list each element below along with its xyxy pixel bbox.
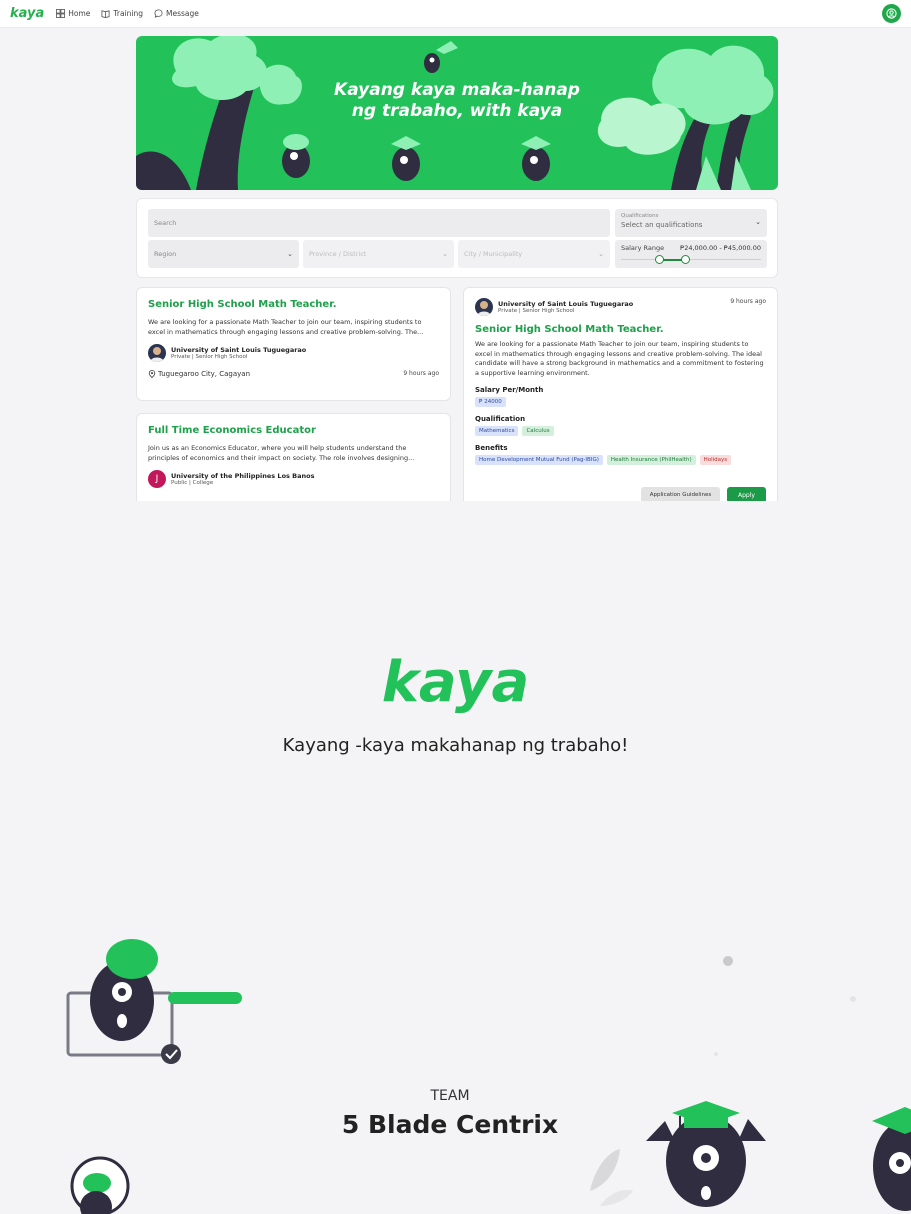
org-type: Private | Senior High School: [171, 354, 248, 360]
region-select[interactable]: Region ⌄: [148, 240, 299, 268]
province-label: Province / District: [309, 250, 367, 258]
nav-home-label: Home: [68, 9, 91, 18]
hero-line-1: Kayang kaya maka-hanap: [334, 80, 580, 100]
detail-description: We are looking for a passionate Math Tea…: [475, 340, 764, 377]
search-filters: Search Qualifications Select an qualific…: [136, 198, 778, 278]
chevron-down-icon: ⌄: [598, 250, 604, 258]
chevron-down-icon: ⌄: [755, 218, 761, 226]
region-label: Region: [154, 250, 177, 258]
salary-range: Salary Range ₱24,000.00 - ₱45,000.00: [615, 240, 767, 268]
salary-slider-track[interactable]: [621, 259, 761, 260]
job-card[interactable]: Senior High School Math Teacher. We are …: [136, 287, 451, 401]
profile-button[interactable]: [882, 4, 901, 23]
nav-message-label: Message: [166, 9, 199, 18]
job-title[interactable]: Senior High School Math Teacher.: [148, 299, 439, 310]
avatar: [148, 344, 166, 362]
job-location: Tuguegaroo City, Cagayan: [148, 370, 250, 378]
city-label: City / Municipality: [464, 250, 523, 258]
team-name: 5 Blade Centrix: [341, 1110, 559, 1139]
detail-org-type: Private | Senior High School: [498, 308, 575, 314]
location-pin-icon: [148, 370, 156, 378]
kaya-logo-large: kaya: [381, 650, 530, 715]
salary-tag: ₱ 24000: [475, 397, 506, 407]
salary-range-value: ₱24,000.00 - ₱45,000.00: [680, 244, 761, 252]
nav-training[interactable]: Training: [101, 9, 143, 18]
search-placeholder: Search: [154, 219, 177, 227]
org-info: University of Saint Louis Tuguegarao Pri…: [148, 344, 439, 362]
detail-org-info: University of Saint Louis Tuguegarao Pri…: [475, 298, 633, 316]
benefit-tag: Health Insurance (PhilHealth): [606, 455, 696, 465]
benefit-tag: Home Development Mutual Fund (Pag-IBIG): [475, 455, 603, 465]
salary-max-handle[interactable]: [681, 255, 691, 264]
job-description: Join us as an Economics Educator, where …: [148, 444, 415, 462]
hero-banner: Kayang kaya maka-hanap ng trabaho, with …: [136, 36, 778, 190]
qualifications-value: Select an qualifications: [621, 221, 703, 229]
qualifications-select[interactable]: Qualifications Select an qualifications …: [615, 209, 767, 237]
search-input[interactable]: Search: [148, 209, 610, 237]
province-select[interactable]: Province / District ⌄: [303, 240, 454, 268]
org-info: J University of the Philippines Los Bano…: [148, 470, 439, 488]
avatar: J: [148, 470, 166, 488]
job-description: We are looking for a passionate Math Tea…: [148, 318, 424, 336]
hero-line-2: ng trabaho, with kaya: [351, 101, 563, 121]
person-avatar-icon: [477, 301, 491, 316]
avatar: [475, 298, 493, 316]
kaya-logo[interactable]: kaya: [10, 6, 44, 21]
benefit-tag: Holidays: [699, 455, 732, 465]
detail-posted-time: 9 hours ago: [730, 298, 766, 305]
detail-org-name: University of Saint Louis Tuguegarao: [498, 300, 634, 308]
org-type: Public | College: [171, 480, 214, 486]
nav-home[interactable]: Home: [56, 9, 90, 18]
city-select[interactable]: City / Municipality ⌄: [458, 240, 610, 268]
top-nav: kaya Home Training Message: [0, 0, 911, 28]
hero-title: Kayang kaya maka-hanap ng trabaho, with …: [136, 80, 778, 122]
job-title[interactable]: Full Time Economics Educator: [148, 425, 439, 436]
nav-training-label: Training: [113, 9, 144, 18]
job-posted-time: 9 hours ago: [403, 370, 439, 377]
book-icon: [101, 10, 110, 18]
org-name: University of Saint Louis Tuguegarao: [171, 346, 307, 354]
nav-message[interactable]: Message: [154, 9, 199, 18]
benefits-heading: Benefits: [475, 444, 508, 452]
salary-min-handle[interactable]: [654, 255, 664, 264]
chevron-down-icon: ⌄: [287, 250, 293, 258]
detail-title: Senior High School Math Teacher.: [475, 324, 664, 335]
org-name: University of the Philippines Los Banos: [171, 472, 315, 480]
job-card[interactable]: Full Time Economics Educator Join us as …: [136, 413, 451, 513]
grid-icon: [56, 9, 66, 18]
qualification-heading: Qualification: [475, 415, 526, 423]
salary-heading: Salary Per/Month: [475, 386, 544, 394]
qualifications-label: Qualifications: [621, 213, 659, 219]
splash-section: [0, 501, 911, 1214]
team-label: TEAM: [430, 1088, 470, 1104]
chevron-down-icon: ⌄: [442, 250, 448, 258]
splash-tagline: Kayang -kaya makahanap ng trabaho!: [282, 735, 629, 756]
person-avatar-icon: [150, 347, 164, 362]
splash-illustrations: [66, 939, 911, 1214]
qualification-tag: Calculus: [522, 426, 554, 436]
chat-icon: [154, 9, 163, 18]
user-circle-icon: [886, 8, 897, 19]
qualification-tag: Mathematics: [475, 426, 519, 436]
job-location-text: Tuguegaroo City, Cagayan: [158, 370, 251, 378]
job-detail-panel: University of Saint Louis Tuguegarao Pri…: [463, 287, 778, 513]
